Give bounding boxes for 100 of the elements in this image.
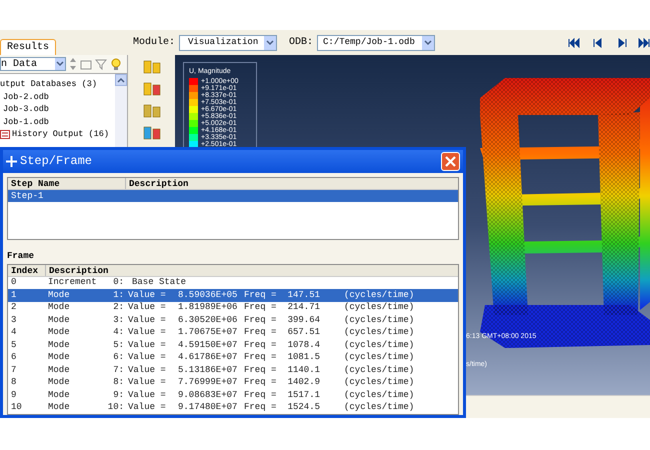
step-row[interactable]: Step-1 xyxy=(8,190,458,202)
eigenvalue: 9.17480E+07 xyxy=(178,403,238,412)
value-label: Value = xyxy=(128,316,167,325)
frequency: 147.51 xyxy=(286,290,320,300)
freq-label: Freq = xyxy=(244,328,278,338)
frequency: 1081.5 xyxy=(286,353,320,362)
frame-type: Mode xyxy=(48,340,71,350)
freq-label: Freq = xyxy=(244,316,278,325)
tree-item[interactable]: Job-1.odb xyxy=(3,118,49,126)
value-label: Value = xyxy=(128,378,167,388)
frame-row[interactable]: 3 Mode 3: Value = 6.30520E+06 Freq = 399.64 (cycles/time) xyxy=(8,314,458,326)
tree-item[interactable]: Job-3.odb xyxy=(3,105,49,114)
frame-type: Mode xyxy=(48,390,71,400)
freq-label: Freq = xyxy=(244,290,278,300)
frame-index: 0 xyxy=(10,278,18,288)
up-down-arrows-icon[interactable] xyxy=(69,57,77,71)
frame-type: Increment xyxy=(48,278,98,288)
frequency: 657.51 xyxy=(286,328,320,338)
frequency: 399.64 xyxy=(286,316,320,325)
tree-item[interactable]: History Output (16) xyxy=(12,130,109,138)
frequency: 214.71 xyxy=(286,303,320,312)
tree-item[interactable]: Job-2.odb xyxy=(3,92,49,101)
frame-step: 7: xyxy=(106,366,124,375)
column-header[interactable]: Step Name xyxy=(8,178,126,188)
value-label: Value = xyxy=(128,328,167,338)
scroll-up-button[interactable] xyxy=(115,74,127,86)
eigenvalue: 5.13186E+07 xyxy=(178,366,238,375)
frame-type: Mode xyxy=(48,366,71,375)
freq-label: Freq = xyxy=(244,353,278,362)
eigenvalue: 7.76999E+07 xyxy=(178,378,238,388)
freq-label: Freq = xyxy=(244,366,278,375)
frequency: 1140.1 xyxy=(286,366,320,375)
frame-index: 4 xyxy=(10,328,18,338)
frame-row[interactable]: 4 Mode 4: Value = 1.70675E+07 Freq = 657.51 (cycles/time) xyxy=(8,326,458,339)
results-tab[interactable]: Results xyxy=(0,39,56,55)
frame-type: Mode xyxy=(48,290,71,300)
frame-step: 0: xyxy=(106,278,124,288)
frame-step: 9: xyxy=(106,390,124,400)
eigenvalue: 1.70675E+07 xyxy=(178,328,238,338)
frequency-units: (cycles/time) xyxy=(344,303,414,312)
freq-label: Freq = xyxy=(244,303,278,312)
column-header[interactable]: Description xyxy=(126,178,188,188)
filter-icon[interactable] xyxy=(95,58,107,70)
value-label: Value = xyxy=(128,340,167,350)
filter-dropdown[interactable]: n Data xyxy=(0,57,66,71)
frame-row[interactable]: 1 Mode 1: Value = 8.59036E+05 Freq = 147.51 (cycles/time) xyxy=(8,289,458,302)
close-button[interactable] xyxy=(441,152,460,171)
frequency-units: (cycles/time) xyxy=(344,290,414,300)
value-label: Value = xyxy=(128,403,167,412)
frame-step: 2: xyxy=(106,303,124,312)
frame-row[interactable]: 8 Mode 8: Value = 7.76999E+07 Freq = 1402.9 (cycles/time) xyxy=(8,376,458,389)
chevron-up-icon xyxy=(117,77,125,83)
frame-type: Mode xyxy=(48,353,71,362)
odb-dropdown[interactable]: C:/Temp/Job-1.odb xyxy=(317,34,436,50)
frame-type: Mode xyxy=(48,316,71,325)
frame-row[interactable]: 0 Increment 0: Base State xyxy=(8,276,458,289)
frame-step: 8: xyxy=(106,378,124,388)
step-back-icon[interactable] xyxy=(592,38,604,48)
frequency-units: (cycles/time) xyxy=(344,403,414,412)
frame-index: 6 xyxy=(10,353,18,362)
frame-row[interactable]: 7 Mode 7: Value = 5.13186E+07 Freq = 1140.1 (cycles/time) xyxy=(8,364,458,376)
frame-step: 3: xyxy=(106,316,124,325)
module-dropdown[interactable]: Visualization xyxy=(179,34,278,50)
odb-label: ODB: xyxy=(289,36,314,50)
frame-row[interactable]: 5 Mode 5: Value = 4.59150E+07 Freq = 1078.4 (cycles/time) xyxy=(8,339,458,352)
frame-index: 8 xyxy=(10,378,18,388)
frame-step: 6: xyxy=(106,353,124,362)
skip-forward-icon[interactable] xyxy=(638,38,650,48)
step-forward-icon[interactable] xyxy=(616,38,628,48)
frame-type: Mode xyxy=(48,403,71,412)
tree-item[interactable]: utput Databases (3) xyxy=(0,80,97,88)
frame-step: 5: xyxy=(106,340,124,350)
frame-row[interactable]: 2 Mode 2: Value = 1.81989E+06 Freq = 214.71 (cycles/time) xyxy=(8,302,458,314)
eigenvalue: 4.59150E+07 xyxy=(178,340,238,350)
module-label: Module: xyxy=(133,36,176,50)
value-label: Value = xyxy=(128,290,167,300)
value-label: Value = xyxy=(128,303,167,312)
frame-type: Mode xyxy=(48,378,71,388)
lightbulb-icon[interactable] xyxy=(110,57,122,71)
frame-row[interactable]: 10 Mode 10: Value = 9.17480E+07 Freq = 1524.5 (cycles/time) xyxy=(8,402,458,414)
frequency-units: (cycles/time) xyxy=(344,353,414,362)
frame-step: 4: xyxy=(106,328,124,338)
freq-label: Freq = xyxy=(244,403,278,412)
skip-back-icon[interactable] xyxy=(568,38,580,48)
column-header[interactable]: Description xyxy=(46,264,108,276)
frequency: 1402.9 xyxy=(286,378,320,388)
frame-index: 2 xyxy=(10,303,18,312)
value-label: Value = xyxy=(128,390,167,400)
frame-index: 1 xyxy=(10,290,18,300)
frequency-units: (cycles/time) xyxy=(344,378,414,388)
frame-row[interactable]: 6 Mode 6: Value = 4.61786E+07 Freq = 1081.5 (cycles/time) xyxy=(8,352,458,364)
frequency: 1517.1 xyxy=(286,390,320,400)
bar-icon[interactable] xyxy=(142,103,160,119)
column-header[interactable]: Index xyxy=(8,264,46,276)
frame-index: 9 xyxy=(10,390,18,400)
frame-index: 7 xyxy=(10,366,18,375)
frame-row[interactable]: 9 Mode 9: Value = 9.08683E+07 Freq = 1517.1 (cycles/time) xyxy=(8,389,458,402)
frame-type: Mode xyxy=(48,328,71,338)
eigenvalue: 8.59036E+05 xyxy=(178,290,238,300)
dialog-title: Step/Frame xyxy=(20,153,92,170)
